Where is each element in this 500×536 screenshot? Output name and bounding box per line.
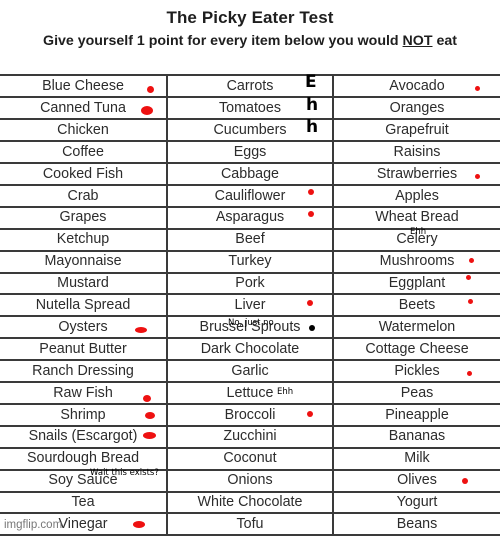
- instructions-after: eat: [432, 33, 457, 49]
- instructions: Give yourself 1 point for every item bel…: [0, 33, 500, 49]
- table-row: Raw Fish Lettuce Peas: [0, 383, 500, 405]
- red-mark-dot: [475, 86, 480, 91]
- red-mark-dot: [145, 411, 155, 419]
- food-item: Olives: [397, 472, 437, 489]
- food-item: Beets: [398, 297, 436, 313]
- food-item: Bananas: [388, 428, 446, 445]
- food-item: Snails (Escargot): [28, 428, 138, 445]
- instructions-emphasis: NOT: [402, 33, 433, 49]
- table-row: Soy Sauce Onions Olives: [0, 470, 500, 493]
- instructions-before: Give yourself 1 point for every item bel…: [43, 33, 403, 49]
- food-item: Raisins: [393, 143, 441, 160]
- food-item: Beef: [235, 231, 265, 248]
- eh-letter-h1: h: [306, 95, 319, 115]
- food-item: Chicken: [57, 121, 109, 138]
- food-item: Turkey: [228, 253, 272, 270]
- food-item: Nutella Spread: [35, 297, 131, 313]
- red-mark-dot: [141, 105, 153, 115]
- table-row: Nutella Spread Liver Beets: [0, 295, 500, 318]
- food-item: Grapes: [59, 209, 107, 226]
- food-item: Onions: [227, 472, 273, 489]
- table-row: Mayonnaise Turkey Mushrooms: [0, 251, 500, 274]
- red-mark-dot: [468, 299, 473, 304]
- red-mark-dot: [467, 370, 472, 376]
- food-item: Asparagus: [215, 209, 285, 226]
- table-row: Ranch Dressing Garlic Pickles: [0, 361, 500, 384]
- red-mark-dot: [147, 86, 154, 93]
- food-item: Sourdough Bread: [26, 450, 140, 467]
- food-item: Blue Cheese: [42, 78, 124, 94]
- food-item: Watermelon: [378, 318, 456, 335]
- food-item: Coconut: [223, 450, 277, 467]
- food-item: Cooked Fish: [42, 165, 124, 182]
- page-title: The Picky Eater Test: [166, 8, 334, 27]
- food-item: Ranch Dressing: [32, 362, 134, 379]
- table-row: Tea White Chocolate Yogurt: [0, 492, 500, 515]
- food-item: Tofu: [236, 516, 264, 532]
- food-item: Milk: [404, 450, 430, 467]
- table-row: Vinegar Tofu Beans: [0, 514, 500, 536]
- food-item: Shrimp: [60, 406, 106, 423]
- food-item: Pork: [235, 275, 265, 292]
- eh-letter-e: E: [305, 72, 317, 92]
- food-table: Blue Cheese Carrots Avocado Canned Tuna Toma…: [0, 74, 500, 536]
- table-row: Sourdough Bread Coconut Milk: [0, 448, 500, 471]
- food-item: Yogurt: [396, 494, 438, 511]
- red-mark-dot: [133, 521, 145, 528]
- food-item: Peas: [400, 384, 434, 401]
- food-item: Dark Chocolate: [200, 340, 300, 357]
- table-row: Crab Cauliflower Apples: [0, 186, 500, 208]
- food-item: Pineapple: [385, 406, 449, 423]
- celery-note: Ehh: [410, 227, 427, 237]
- food-item: Cottage Cheese: [365, 340, 469, 357]
- food-item: Mustard: [57, 275, 109, 292]
- lettuce-note: Ehh: [277, 387, 294, 397]
- food-item: Apples: [395, 187, 439, 204]
- table-row: Chicken Cucumbers Grapefruit: [0, 120, 500, 143]
- food-item: White Chocolate: [197, 494, 303, 511]
- red-mark-dot: [308, 188, 314, 195]
- food-item: Cauliflower: [214, 187, 286, 204]
- food-item: Garlic: [231, 362, 269, 379]
- food-item: Mayonnaise: [44, 253, 122, 270]
- table-row: Snails (Escargot) Zucchini Bananas: [0, 426, 500, 449]
- red-mark-dot: [143, 394, 151, 402]
- food-item: Peanut Butter: [39, 340, 127, 357]
- food-item: Crab: [67, 187, 99, 204]
- eh-letter-h2: h: [306, 117, 319, 137]
- food-item: Raw Fish: [53, 384, 113, 401]
- food-item: Zucchini: [223, 428, 277, 445]
- table-row: Cooked Fish Cabbage Strawberries: [0, 164, 500, 186]
- red-mark-dot: [135, 326, 147, 333]
- table-row: Blue Cheese Carrots Avocado: [0, 76, 500, 99]
- food-item: Mushrooms: [379, 253, 455, 270]
- food-item: Ketchup: [56, 231, 110, 248]
- food-item: Lettuce: [226, 384, 274, 401]
- table-row: Canned Tuna Tomatoes Oranges: [0, 98, 500, 121]
- food-item: Cabbage: [220, 165, 280, 182]
- food-item: Coffee: [62, 143, 104, 160]
- soy-sauce-note: Wait this exists?: [90, 468, 159, 478]
- table-row: Coffee Eggs Raisins: [0, 142, 500, 165]
- table-row: Mustard Pork Eggplant: [0, 273, 500, 296]
- table-row: Peanut Butter Dark Chocolate Cottage Chees…: [0, 339, 500, 362]
- food-item: Tea: [71, 494, 95, 511]
- table-row: Shrimp Broccoli Pineapple: [0, 405, 500, 427]
- red-mark-dot: [475, 173, 480, 179]
- imgflip-watermark: imgflip.com: [4, 519, 63, 531]
- food-item: Beans: [396, 516, 438, 532]
- black-mark-dot: [309, 324, 315, 331]
- food-item: Eggs: [233, 143, 267, 160]
- red-mark-dot: [307, 410, 313, 417]
- brussel-sprouts-note: No, just no.: [228, 318, 277, 328]
- column-divider: [166, 74, 168, 536]
- food-item: Grapefruit: [385, 121, 449, 138]
- column-divider: [332, 74, 334, 536]
- food-item: Eggplant: [388, 275, 446, 292]
- food-item: Pickles: [394, 362, 440, 379]
- red-mark-dot: [307, 300, 313, 306]
- food-item: Wheat Bread: [375, 209, 459, 226]
- food-item: Oranges: [389, 99, 445, 116]
